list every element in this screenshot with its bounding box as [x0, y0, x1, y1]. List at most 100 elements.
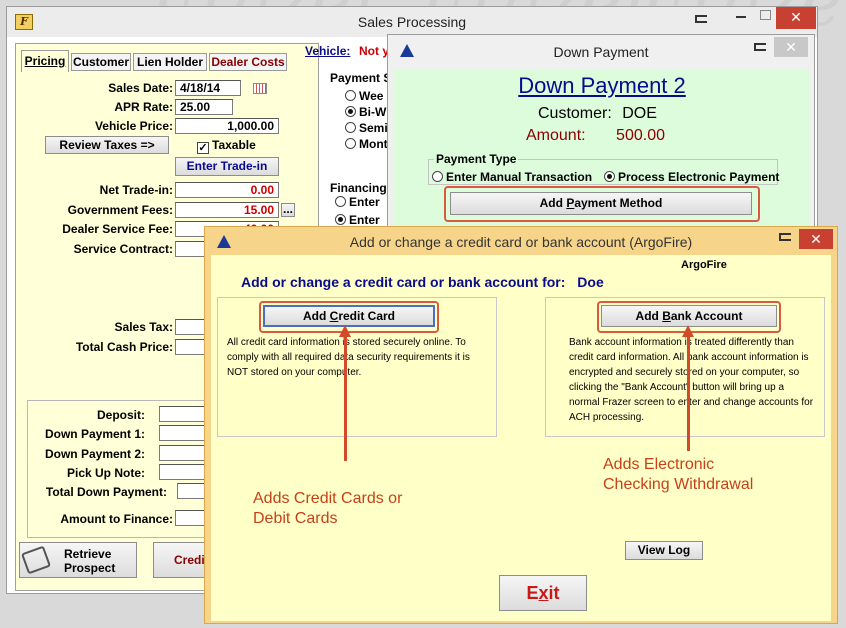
option-manual-label: Enter Manual Transaction [446, 170, 593, 184]
credit-annotation-line1: Adds Credit Cards or [253, 490, 403, 507]
down-payment-window: Down Payment ✕ Down Payment 2 Customer: … [387, 34, 815, 230]
gov-fees-field[interactable]: 15.00 [175, 202, 279, 218]
down-payment-heading: Down Payment 2 [518, 73, 686, 98]
payment-option-weekly[interactable]: Wee [345, 89, 383, 103]
argofire-window: Add or change a credit card or bank acco… [204, 226, 838, 624]
bank-arrow-head [682, 325, 694, 337]
credit-annotation-line2: Debit Cards [253, 510, 338, 527]
close-icon[interactable]: ✕ [776, 7, 816, 29]
pickup-label: Pick Up Note: [66, 466, 145, 480]
service-contract-label: Service Contract: [73, 242, 173, 256]
enter-trade-in-button[interactable]: Enter Trade-in [175, 157, 279, 176]
down-payment-title-bar: Down Payment [388, 35, 814, 67]
payment-option-biweekly[interactable]: Bi-W [345, 105, 386, 119]
credit-text-rest: redit Card [338, 309, 396, 323]
payment-option-label: Semi [359, 121, 388, 135]
financing-option-label: Enter [349, 213, 380, 227]
amount-label: Amount: [526, 127, 586, 144]
radio-icon [345, 90, 356, 101]
option-electronic-payment[interactable]: Process Electronic Payment [604, 170, 779, 184]
payment-option-monthly[interactable]: Mont [345, 137, 388, 151]
exit-button[interactable]: Exit [499, 575, 587, 611]
gov-fees-label: Government Fees: [67, 203, 173, 217]
credit-text: Add [302, 309, 330, 323]
add-method-text: Add [539, 196, 567, 210]
tab-lien-holder[interactable]: Lien Holder [133, 53, 207, 71]
retrieve-label: Retrieve [64, 547, 112, 561]
bank-account-description: Bank account information is treated diff… [569, 337, 814, 423]
payment-option-label: Wee [359, 89, 384, 103]
tab-label: Pricing [24, 54, 66, 68]
calendar-icon[interactable] [253, 83, 267, 94]
financing-option-label: Enter [349, 195, 380, 209]
close-icon[interactable]: ✕ [799, 229, 833, 249]
radio-icon [432, 171, 443, 182]
vehicle-price-label: Vehicle Price: [94, 119, 173, 133]
layer-icon[interactable] [779, 233, 791, 241]
taxable-checkbox[interactable]: ✓ Taxable [197, 138, 256, 154]
frazer-app-icon: F [15, 14, 33, 30]
taxable-label: Taxable [212, 138, 256, 152]
amount-finance-label: Amount to Finance: [60, 512, 173, 526]
add-credit-card-button[interactable]: Add Credit Card [263, 305, 435, 327]
bank-annotation: Adds Electronic Checking Withdrawal [603, 455, 753, 495]
argofire-heading: Add or change a credit card or bank acco… [241, 274, 604, 290]
financing-option-2[interactable]: Enter [335, 213, 380, 227]
radio-icon [345, 122, 356, 133]
tab-label: Dealer Costs [211, 55, 285, 69]
customer-label: Customer: [538, 105, 612, 122]
payment-option-semi[interactable]: Semi [345, 121, 388, 135]
financing-option-1[interactable]: Enter [335, 195, 380, 209]
sales-tax-label: Sales Tax: [114, 320, 173, 334]
down2-label: Down Payment 2: [44, 447, 145, 461]
sales-date-label: Sales Date: [108, 81, 173, 95]
tab-label: Customer [72, 55, 129, 69]
payment-type-label: Payment Type [434, 152, 519, 166]
amount-row: Amount: 500.00 [526, 127, 665, 145]
check-icon: ✓ [197, 142, 209, 154]
bank-annotation-line2: Checking Withdrawal [603, 476, 754, 493]
maximize-icon[interactable] [760, 10, 771, 20]
customer-name: Doe [577, 274, 604, 290]
tab-pricing[interactable]: Pricing [21, 50, 69, 72]
credit-annotation: Adds Credit Cards or Debit Cards [253, 489, 402, 529]
add-payment-method-button[interactable]: Add Payment Method [450, 192, 752, 215]
option-manual-transaction[interactable]: Enter Manual Transaction [432, 170, 592, 184]
warning-triangle-icon [217, 235, 231, 248]
close-icon[interactable]: ✕ [774, 37, 808, 57]
bank-text-rest: ank Account [670, 309, 743, 323]
bank-underline: B [662, 309, 671, 323]
radio-selected-icon [345, 106, 356, 117]
layer-icon[interactable] [695, 15, 707, 23]
exit-text: E [526, 583, 539, 603]
bank-arrow-shaft [687, 335, 690, 451]
vehicle-label[interactable]: Vehicle: [305, 44, 350, 58]
exit-text-rest: it [548, 583, 560, 603]
net-trade-field[interactable]: 0.00 [175, 182, 279, 198]
retrieve-prospect-button[interactable]: Retrieve Prospect [19, 542, 137, 578]
add-bank-account-button[interactable]: Add Bank Account [601, 305, 777, 327]
layer-icon[interactable] [754, 43, 766, 51]
radio-icon [345, 138, 356, 149]
tab-customer[interactable]: Customer [71, 53, 131, 71]
warning-triangle-icon [400, 44, 414, 57]
radio-selected-icon [335, 214, 346, 225]
gov-fees-more-button[interactable]: ... [281, 203, 295, 217]
option-electronic-label: Process Electronic Payment [618, 170, 780, 184]
apr-rate-field[interactable]: 25.00 [175, 99, 233, 115]
sales-date-field[interactable]: 4/18/14 [175, 80, 241, 96]
tab-dealer-costs[interactable]: Dealer Costs [209, 53, 287, 71]
review-taxes-button[interactable]: Review Taxes => [45, 136, 169, 154]
payment-schedule-label: Payment S [330, 71, 392, 85]
radio-selected-icon [604, 171, 615, 182]
prospect-label: Prospect [64, 561, 116, 575]
view-log-button[interactable]: View Log [625, 541, 703, 560]
dealer-fee-label: Dealer Service Fee: [62, 222, 173, 236]
add-method-text-rest: ayment Method [574, 196, 663, 210]
credit-card-description: All credit card information is stored se… [227, 337, 470, 378]
vehicle-price-field[interactable]: 1,000.00 [175, 118, 279, 134]
argofire-title-bar: Add or change a credit card or bank acco… [205, 227, 837, 255]
exit-underline: x [538, 583, 549, 603]
minimize-icon[interactable] [736, 16, 746, 18]
total-down-label: Total Down Payment: [45, 485, 167, 499]
